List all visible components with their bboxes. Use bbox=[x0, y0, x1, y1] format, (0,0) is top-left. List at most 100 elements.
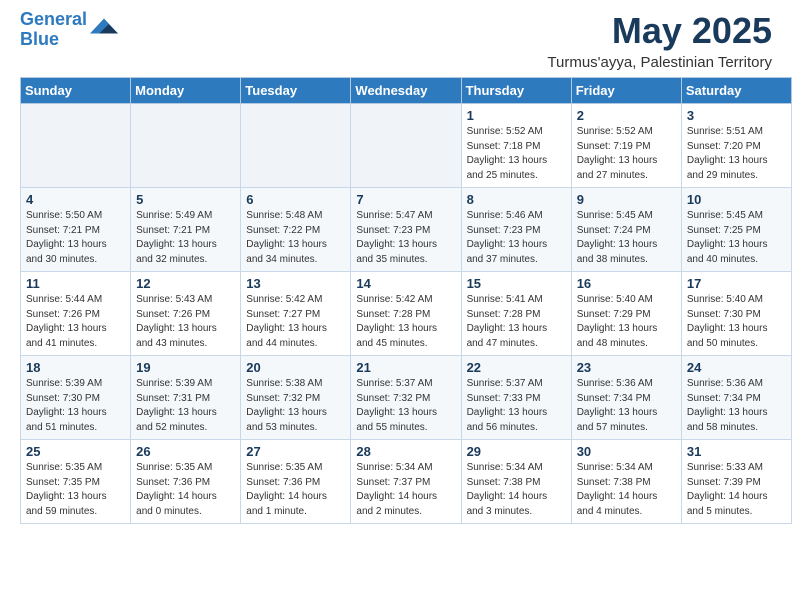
logo-line2: Blue bbox=[20, 29, 59, 49]
calendar-cell: 7Sunrise: 5:47 AMSunset: 7:23 PMDaylight… bbox=[351, 188, 461, 272]
day-number: 6 bbox=[246, 192, 345, 207]
calendar-cell: 26Sunrise: 5:35 AMSunset: 7:36 PMDayligh… bbox=[131, 440, 241, 524]
day-info: Sunrise: 5:37 AMSunset: 7:33 PMDaylight:… bbox=[467, 377, 566, 435]
day-number: 28 bbox=[356, 444, 455, 459]
day-number: 18 bbox=[26, 360, 125, 375]
day-number: 24 bbox=[687, 360, 786, 375]
day-number: 19 bbox=[136, 360, 235, 375]
day-info: Sunrise: 5:36 AMSunset: 7:34 PMDaylight:… bbox=[577, 377, 676, 435]
calendar-week-row: 11 Sunrise: 5:44 AMSunset: 7:26 PMDayligh… bbox=[21, 272, 792, 356]
calendar-day-header: Wednesday bbox=[351, 78, 461, 104]
calendar-week-row: 4 Sunrise: 5:50 AMSunset: 7:21 PMDaylight… bbox=[21, 188, 792, 272]
logo: General Blue bbox=[20, 10, 118, 50]
day-number: 14 bbox=[356, 276, 455, 291]
title-block: May 2025 Turmus'ayya, Palestinian Territ… bbox=[547, 10, 772, 71]
calendar-cell: 3Sunrise: 5:51 AMSunset: 7:20 PMDaylight… bbox=[681, 104, 791, 188]
day-info: Sunrise: 5:39 AMSunset: 7:30 PMDaylight:… bbox=[26, 377, 125, 435]
calendar-cell: 27 Sunrise: 5:35 AMSunset: 7:36 PMDayligh… bbox=[241, 440, 351, 524]
day-info: Sunrise: 5:34 AMSunset: 7:38 PMDaylight:… bbox=[577, 461, 676, 519]
calendar-cell: 6 Sunrise: 5:48 AMSunset: 7:22 PMDaylight… bbox=[241, 188, 351, 272]
calendar-table: SundayMondayTuesdayWednesdayThursdayFrid… bbox=[20, 77, 792, 524]
logo-icon bbox=[90, 16, 118, 36]
day-number: 22 bbox=[467, 360, 566, 375]
calendar-cell: 29Sunrise: 5:34 AMSunset: 7:38 PMDayligh… bbox=[461, 440, 571, 524]
day-info: Sunrise: 5:35 AMSunset: 7:36 PMDaylight:… bbox=[136, 461, 235, 519]
day-info: Sunrise: 5:49 AMSunset: 7:21 PMDaylight:… bbox=[136, 209, 235, 267]
calendar-cell: 15 Sunrise: 5:41 AMSunset: 7:28 PMDayligh… bbox=[461, 272, 571, 356]
day-number: 3 bbox=[687, 108, 786, 123]
day-number: 20 bbox=[246, 360, 345, 375]
calendar-cell: 18 Sunrise: 5:39 AMSunset: 7:30 PMDayligh… bbox=[21, 356, 131, 440]
calendar-cell: 10 Sunrise: 5:45 AMSunset: 7:25 PMDayligh… bbox=[681, 188, 791, 272]
calendar-cell: 24 Sunrise: 5:36 AMSunset: 7:34 PMDayligh… bbox=[681, 356, 791, 440]
calendar-day-header: Sunday bbox=[21, 78, 131, 104]
calendar-cell: 23 Sunrise: 5:36 AMSunset: 7:34 PMDayligh… bbox=[571, 356, 681, 440]
calendar-cell: 21 Sunrise: 5:37 AMSunset: 7:32 PMDayligh… bbox=[351, 356, 461, 440]
calendar-wrapper: SundayMondayTuesdayWednesdayThursdayFrid… bbox=[0, 77, 792, 534]
day-number: 17 bbox=[687, 276, 786, 291]
day-info: Sunrise: 5:50 AMSunset: 7:21 PMDaylight:… bbox=[26, 209, 125, 267]
day-number: 13 bbox=[246, 276, 345, 291]
day-number: 25 bbox=[26, 444, 125, 459]
day-number: 7 bbox=[356, 192, 455, 207]
day-number: 29 bbox=[467, 444, 566, 459]
calendar-day-header: Saturday bbox=[681, 78, 791, 104]
day-info: Sunrise: 5:42 AMSunset: 7:28 PMDaylight:… bbox=[356, 293, 455, 351]
day-number: 1 bbox=[467, 108, 566, 123]
calendar-cell: 9 Sunrise: 5:45 AMSunset: 7:24 PMDaylight… bbox=[571, 188, 681, 272]
calendar-cell: 12 Sunrise: 5:43 AMSunset: 7:26 PMDayligh… bbox=[131, 272, 241, 356]
calendar-cell bbox=[131, 104, 241, 188]
calendar-day-header: Monday bbox=[131, 78, 241, 104]
calendar-cell: 19Sunrise: 5:39 AMSunset: 7:31 PMDayligh… bbox=[131, 356, 241, 440]
calendar-cell bbox=[21, 104, 131, 188]
calendar-cell: 16Sunrise: 5:40 AMSunset: 7:29 PMDayligh… bbox=[571, 272, 681, 356]
day-number: 27 bbox=[246, 444, 345, 459]
day-info: Sunrise: 5:40 AMSunset: 7:30 PMDaylight:… bbox=[687, 293, 786, 351]
calendar-cell: 22 Sunrise: 5:37 AMSunset: 7:33 PMDayligh… bbox=[461, 356, 571, 440]
day-number: 12 bbox=[136, 276, 235, 291]
month-title: May 2025 bbox=[547, 10, 772, 52]
day-info: Sunrise: 5:37 AMSunset: 7:32 PMDaylight:… bbox=[356, 377, 455, 435]
calendar-week-row: 25 Sunrise: 5:35 AMSunset: 7:35 PMDayligh… bbox=[21, 440, 792, 524]
day-info: Sunrise: 5:45 AMSunset: 7:25 PMDaylight:… bbox=[687, 209, 786, 267]
day-number: 21 bbox=[356, 360, 455, 375]
day-info: Sunrise: 5:52 AMSunset: 7:18 PMDaylight:… bbox=[467, 125, 566, 183]
day-info: Sunrise: 5:35 AMSunset: 7:35 PMDaylight:… bbox=[26, 461, 125, 519]
day-number: 11 bbox=[26, 276, 125, 291]
day-number: 10 bbox=[687, 192, 786, 207]
calendar-cell: 5 Sunrise: 5:49 AMSunset: 7:21 PMDaylight… bbox=[131, 188, 241, 272]
day-number: 16 bbox=[577, 276, 676, 291]
day-info: Sunrise: 5:41 AMSunset: 7:28 PMDaylight:… bbox=[467, 293, 566, 351]
calendar-cell: 17 Sunrise: 5:40 AMSunset: 7:30 PMDayligh… bbox=[681, 272, 791, 356]
page-header: General Blue May 2025 Turmus'ayya, Pales… bbox=[0, 0, 792, 77]
calendar-cell: 31Sunrise: 5:33 AMSunset: 7:39 PMDayligh… bbox=[681, 440, 791, 524]
day-number: 5 bbox=[136, 192, 235, 207]
calendar-cell: 8Sunrise: 5:46 AMSunset: 7:23 PMDaylight… bbox=[461, 188, 571, 272]
day-info: Sunrise: 5:35 AMSunset: 7:36 PMDaylight:… bbox=[246, 461, 345, 519]
calendar-cell: 4 Sunrise: 5:50 AMSunset: 7:21 PMDaylight… bbox=[21, 188, 131, 272]
calendar-cell: 30Sunrise: 5:34 AMSunset: 7:38 PMDayligh… bbox=[571, 440, 681, 524]
calendar-cell: 28 Sunrise: 5:34 AMSunset: 7:37 PMDayligh… bbox=[351, 440, 461, 524]
calendar-cell: 25 Sunrise: 5:35 AMSunset: 7:35 PMDayligh… bbox=[21, 440, 131, 524]
day-info: Sunrise: 5:44 AMSunset: 7:26 PMDaylight:… bbox=[26, 293, 125, 351]
calendar-cell: 20 Sunrise: 5:38 AMSunset: 7:32 PMDayligh… bbox=[241, 356, 351, 440]
day-info: Sunrise: 5:48 AMSunset: 7:22 PMDaylight:… bbox=[246, 209, 345, 267]
day-info: Sunrise: 5:43 AMSunset: 7:26 PMDaylight:… bbox=[136, 293, 235, 351]
calendar-cell bbox=[241, 104, 351, 188]
day-info: Sunrise: 5:34 AMSunset: 7:37 PMDaylight:… bbox=[356, 461, 455, 519]
calendar-day-header: Tuesday bbox=[241, 78, 351, 104]
day-number: 4 bbox=[26, 192, 125, 207]
day-info: Sunrise: 5:36 AMSunset: 7:34 PMDaylight:… bbox=[687, 377, 786, 435]
day-info: Sunrise: 5:45 AMSunset: 7:24 PMDaylight:… bbox=[577, 209, 676, 267]
calendar-cell: 14 Sunrise: 5:42 AMSunset: 7:28 PMDayligh… bbox=[351, 272, 461, 356]
day-info: Sunrise: 5:38 AMSunset: 7:32 PMDaylight:… bbox=[246, 377, 345, 435]
day-number: 23 bbox=[577, 360, 676, 375]
day-number: 8 bbox=[467, 192, 566, 207]
day-number: 15 bbox=[467, 276, 566, 291]
day-number: 31 bbox=[687, 444, 786, 459]
day-info: Sunrise: 5:42 AMSunset: 7:27 PMDaylight:… bbox=[246, 293, 345, 351]
calendar-cell: 13 Sunrise: 5:42 AMSunset: 7:27 PMDayligh… bbox=[241, 272, 351, 356]
logo-line1: General bbox=[20, 9, 87, 29]
day-number: 9 bbox=[577, 192, 676, 207]
calendar-cell bbox=[351, 104, 461, 188]
